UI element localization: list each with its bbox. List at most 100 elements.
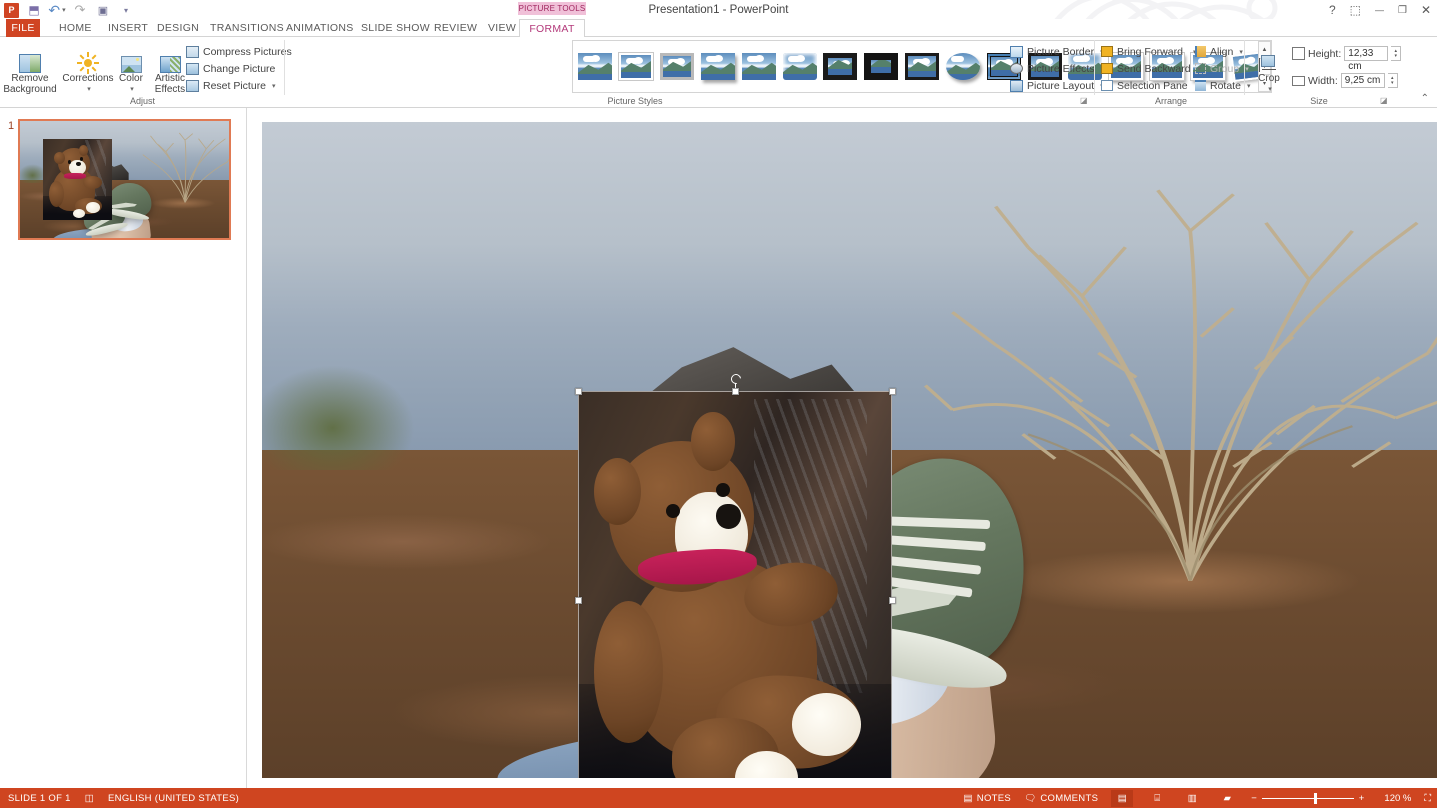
ribbon: Remove Background Corrections ▾ Color ▾ … [0,37,1437,108]
selection-pane-button[interactable]: Selection Pane [1101,77,1188,94]
tab-file[interactable]: FILE [6,19,40,37]
start-slideshow-icon[interactable]: ▣ [95,2,111,18]
height-stepper[interactable]: ▴ ▾ [1391,46,1402,61]
picture-border-label: Picture Border [1027,45,1095,58]
picture-style-item[interactable] [617,44,656,89]
language-indicator[interactable]: ENGLISH (UNITED STATES) [108,793,239,804]
customize-quick-access-icon[interactable]: ▾ [118,2,134,18]
help-icon[interactable]: ? [1329,3,1336,17]
resize-handle-top-center[interactable] [732,388,739,395]
height-input[interactable]: 12,33 cm [1344,46,1389,72]
artistic-effects-label-line1: Artistic [155,73,185,84]
picture-style-item[interactable] [698,44,737,89]
selection-pane-label: Selection Pane [1117,79,1188,92]
corrections-icon [77,41,99,74]
zoom-out-button[interactable]: − [1251,793,1257,804]
slide-show-view-button[interactable]: ▰ [1216,790,1238,807]
fit-slide-to-window-button[interactable]: ⛶ [1424,793,1431,804]
group-label: Group [1210,62,1240,75]
zoom-in-button[interactable]: + [1359,793,1365,804]
resize-handle-top-left[interactable] [575,388,582,395]
undo-icon[interactable]: ↶ ▾ [48,2,65,18]
picture-style-item[interactable] [658,44,697,89]
crop-caret-icon[interactable]: ▾ [1268,84,1272,95]
picture-style-item[interactable] [862,44,901,89]
picture-style-item[interactable] [739,44,778,89]
tab-format[interactable]: FORMAT [519,19,585,38]
normal-view-button[interactable]: ▤ [1111,789,1134,807]
remove-background-button[interactable]: Remove Background [3,41,57,95]
group-title-arrange: Arrange [1154,96,1188,106]
width-input[interactable]: 9,25 cm [1340,73,1385,88]
zoom-level-label[interactable]: 120 % [1377,793,1411,804]
artistic-effects-icon [159,41,181,73]
size-dialog-launcher[interactable]: ◪ [1380,96,1388,105]
thumbnail-inset-picture [42,138,112,221]
change-picture-icon [186,62,199,75]
picture-style-item[interactable] [780,44,819,89]
save-icon[interactable]: ⬒ [26,2,42,18]
slide-canvas[interactable] [262,122,1437,778]
picture-styles-dialog-launcher[interactable]: ◪ [1080,96,1088,105]
notes-page-icon[interactable]: ◫ [85,793,94,804]
send-backward-button[interactable]: Send Backward ▾ [1101,60,1201,77]
collapse-ribbon-button[interactable]: ⌃ [1421,93,1429,104]
corrections-label: Corrections [62,73,114,84]
slide-sorter-view-button[interactable]: ⌸ [1146,790,1168,807]
reset-picture-button[interactable]: Reset Picture ▾ [186,77,276,94]
zoom-slider[interactable]: − + [1251,792,1365,804]
close-icon[interactable]: ✕ [1421,3,1431,17]
resize-handle-middle-right[interactable] [889,597,896,604]
width-stepper[interactable]: ▴ ▾ [1387,73,1398,88]
selected-picture[interactable] [578,391,892,778]
reset-picture-caret-icon[interactable]: ▾ [272,82,276,90]
tab-animations[interactable]: ANIMATIONS [277,19,363,37]
picture-effects-button[interactable]: Picture Effects ▾ [1010,60,1104,77]
resize-handle-top-right[interactable] [889,388,896,395]
group-title-adjust: Adjust [129,96,155,106]
powerpoint-logo-icon: P [4,2,19,18]
bring-forward-button[interactable]: Bring Forward ▾ [1101,43,1196,60]
group-title-size: Size [1310,96,1328,106]
slide-thumbnail-1[interactable] [18,119,231,240]
color-caret-icon[interactable]: ▾ [130,84,134,95]
window-controls: ? ⬚ — ❐ ✕ [1329,0,1431,20]
rotate-button[interactable]: Rotate ▾ [1195,77,1250,94]
tab-home[interactable]: HOME [50,19,101,37]
comments-button[interactable]: 🗨 COMMENTS [1024,793,1098,804]
picture-border-button[interactable]: Picture Border ▾ [1010,43,1104,60]
picture-layout-label: Picture Layout [1027,79,1095,92]
redo-icon[interactable]: ↷ [72,2,88,18]
reading-view-button[interactable]: ▥ [1181,790,1203,807]
ribbon-display-options-icon[interactable]: ⬚ [1350,3,1361,17]
zoom-thumb[interactable] [1313,792,1317,804]
crop-button[interactable]: Crop ▾ [1253,41,1285,95]
picture-style-item[interactable] [821,44,860,89]
picture-style-item[interactable] [943,44,982,89]
notes-button[interactable]: ▤ NOTES [964,793,1012,804]
contextual-tab-label: PICTURE TOOLS [518,2,586,15]
tab-design[interactable]: DESIGN [148,19,208,37]
change-picture-button[interactable]: Change Picture [186,60,275,77]
corrections-caret-icon[interactable]: ▾ [87,84,91,95]
compress-pictures-button[interactable]: Compress Pictures [186,43,292,60]
height-icon [1292,47,1305,60]
picture-layout-button[interactable]: Picture Layout ▾ [1010,77,1104,94]
color-button[interactable]: Color ▾ [114,41,148,95]
zoom-track[interactable] [1261,792,1354,804]
align-button[interactable]: Align ▾ [1195,43,1243,60]
tab-review[interactable]: REVIEW [425,19,486,37]
corrections-button[interactable]: Corrections ▾ [62,41,114,95]
align-caret-icon[interactable]: ▾ [1239,48,1243,56]
width-field-row: Width: 9,25 cm ▴ ▾ [1292,73,1398,88]
picture-layout-icon [1010,79,1023,92]
minimize-icon[interactable]: — [1375,5,1384,15]
slide-editing-area[interactable] [248,108,1437,788]
resize-handle-middle-left[interactable] [575,597,582,604]
slide-indicator[interactable]: SLIDE 1 OF 1 [8,793,71,804]
picture-style-item[interactable] [576,44,615,89]
ribbon-group-arrange: Bring Forward ▾ Send Backward ▾ Selectio… [1097,37,1250,107]
picture-style-item[interactable] [903,44,942,89]
width-label: Width: [1308,74,1338,87]
restore-icon[interactable]: ❐ [1398,5,1407,16]
